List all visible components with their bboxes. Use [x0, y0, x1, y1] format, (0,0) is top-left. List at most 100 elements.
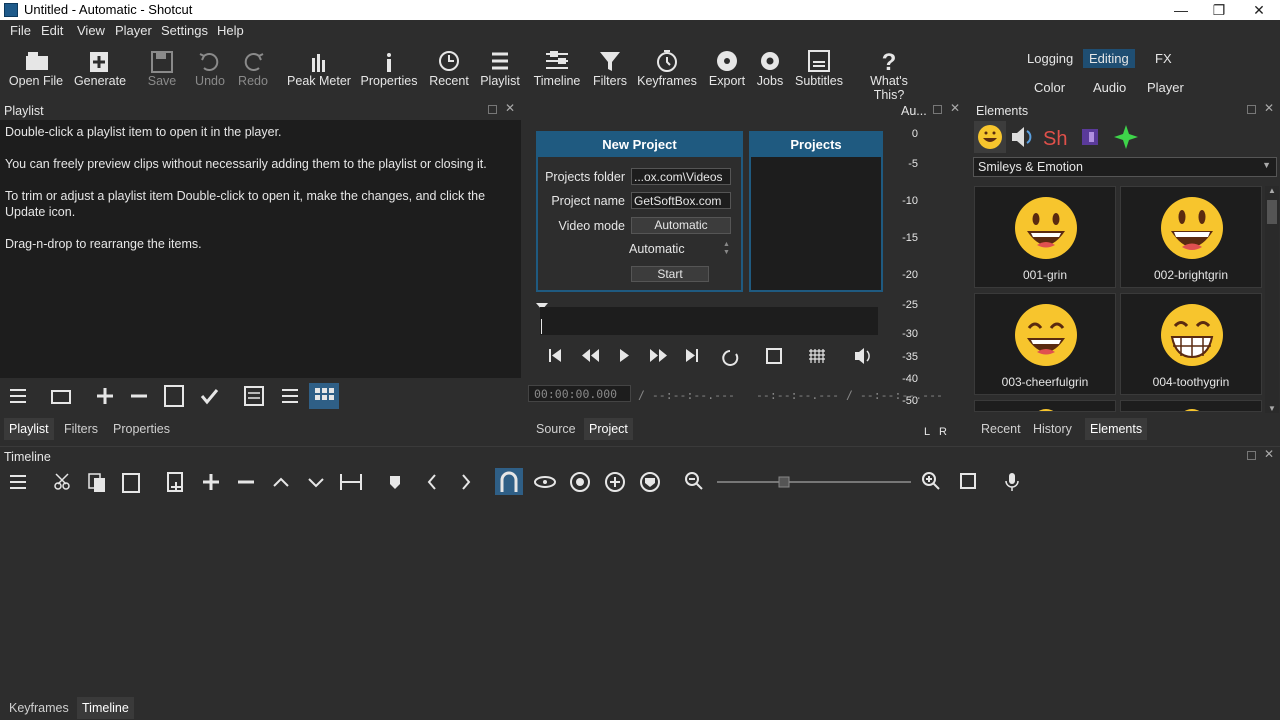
skip-previous-icon: [549, 349, 561, 362]
layout-editing[interactable]: Editing: [1083, 49, 1135, 68]
timeline-icon: [546, 51, 568, 69]
generate-icon: [90, 52, 108, 72]
element-tile[interactable]: 004-toothygrin: [1120, 293, 1262, 395]
grin-emoji-icon: [1015, 197, 1077, 259]
close-button[interactable]: ✕: [1240, 0, 1278, 20]
projects-folder-field[interactable]: ...ox.com\Videos: [631, 168, 731, 185]
video-mode-combo[interactable]: Automatic: [629, 242, 685, 256]
tab-filters[interactable]: Filters: [59, 418, 103, 440]
recent-button[interactable]: Recent: [426, 46, 472, 88]
save-button[interactable]: Save: [142, 46, 182, 88]
start-button[interactable]: Start: [631, 266, 709, 282]
close-panel-icon[interactable]: ✕: [950, 101, 960, 115]
overwrite-icon: [308, 478, 324, 488]
tab-timeline[interactable]: Timeline: [77, 697, 134, 719]
sparkle-category-icon: [1114, 125, 1138, 149]
keyframes-label: Keyframes: [637, 74, 697, 88]
menu-help[interactable]: Help: [217, 23, 244, 38]
spin-arrows-icon[interactable]: ▲ ▼: [723, 241, 731, 257]
whats-this-button[interactable]: ? What's This?: [854, 46, 924, 102]
element-tile[interactable]: [1120, 400, 1262, 412]
export-button[interactable]: Export: [706, 46, 748, 88]
undock-icon[interactable]: [933, 105, 942, 114]
subtitles-label: Subtitles: [795, 74, 843, 88]
maximize-button[interactable]: ❐: [1200, 0, 1238, 20]
timeline-toolbar: [10, 468, 1019, 496]
open-file-label: Open File: [8, 74, 64, 88]
sound-category-icon: [1012, 127, 1032, 147]
undock-icon[interactable]: [1247, 105, 1256, 114]
tab-properties[interactable]: Properties: [108, 418, 175, 440]
tab-project[interactable]: Project: [584, 418, 633, 440]
microphone-icon: [1005, 473, 1019, 491]
layout-audio[interactable]: Audio: [1087, 78, 1132, 97]
tab-elements[interactable]: Elements: [1085, 418, 1148, 440]
element-category-tabs[interactable]: Sh: [974, 121, 1144, 153]
rewind-icon: [582, 349, 599, 362]
timecode-input[interactable]: 00:00:00.000: [528, 385, 631, 402]
layout-color[interactable]: Color: [1028, 78, 1071, 97]
gear-icon: [761, 52, 779, 70]
category-dropdown[interactable]: Smileys & Emotion ▼: [973, 157, 1277, 177]
fast-forward-icon: [650, 349, 667, 362]
element-tile[interactable]: 001-grin: [974, 186, 1116, 288]
export-disc-icon: [717, 51, 737, 71]
jobs-button[interactable]: Jobs: [752, 46, 788, 88]
brightgrin-emoji-icon: [1161, 197, 1223, 259]
menu-settings[interactable]: Settings: [161, 23, 208, 38]
grid-icon: [809, 349, 825, 363]
playlist-help-line: Drag-n-drop to rearrange the items.: [5, 237, 202, 251]
video-mode-button[interactable]: Automatic: [631, 217, 731, 234]
timeline-tracks-area[interactable]: [0, 495, 1280, 693]
open-file-button[interactable]: Open File: [6, 46, 66, 88]
add-icon: [97, 388, 113, 404]
tab-keyframes[interactable]: Keyframes: [4, 697, 74, 719]
playlist-help-line: To trim or adjust a playlist item Double…: [5, 189, 486, 219]
elements-scrollbar[interactable]: ▲ ▼: [1265, 186, 1279, 413]
menu-edit[interactable]: Edit: [41, 23, 63, 38]
keyframes-button[interactable]: Keyframes: [636, 46, 698, 88]
playlist-button[interactable]: Playlist: [478, 46, 522, 88]
undo-button[interactable]: Undo: [190, 46, 230, 88]
svg-text:?: ?: [882, 49, 897, 74]
check-icon: [200, 389, 219, 405]
close-panel-icon[interactable]: ✕: [505, 101, 515, 115]
tab-recent[interactable]: Recent: [976, 418, 1026, 440]
menu-view[interactable]: View: [77, 23, 105, 38]
element-tile[interactable]: 002-brightgrin: [1120, 186, 1262, 288]
undo-icon: [199, 53, 219, 71]
volume-icon: [855, 348, 870, 364]
layout-logging[interactable]: Logging: [1021, 49, 1079, 68]
redo-button[interactable]: Redo: [233, 46, 273, 88]
project-name-field[interactable]: GetSoftBox.com: [631, 192, 731, 209]
tab-history[interactable]: History: [1028, 418, 1077, 440]
filters-button[interactable]: Filters: [590, 46, 630, 88]
paste-icon: [122, 473, 140, 493]
duration-display: / --:--:--.---: [638, 388, 735, 402]
recent-label: Recent: [429, 74, 469, 88]
menu-icon: [10, 389, 26, 403]
ripple-markers-icon: [640, 472, 660, 492]
element-tile[interactable]: [974, 400, 1116, 412]
menu-file[interactable]: File: [10, 23, 31, 38]
menu-player[interactable]: Player: [115, 23, 152, 38]
scrubber-bar[interactable]: [540, 307, 878, 335]
layout-player[interactable]: Player: [1141, 78, 1190, 97]
subtitles-button[interactable]: Subtitles: [794, 46, 844, 88]
generate-button[interactable]: Generate: [72, 46, 128, 88]
toothygrin-emoji-icon: [1161, 304, 1223, 366]
undock-icon[interactable]: [488, 105, 497, 114]
tab-source[interactable]: Source: [531, 418, 581, 440]
element-tile[interactable]: 003-cheerfulgrin: [974, 293, 1116, 395]
list-icon: [492, 52, 508, 70]
layout-fx[interactable]: FX: [1149, 49, 1178, 68]
timeline-button[interactable]: Timeline: [530, 46, 584, 88]
close-panel-icon[interactable]: ✕: [1264, 447, 1274, 461]
properties-button[interactable]: Properties: [360, 46, 418, 88]
close-panel-icon[interactable]: ✕: [1264, 101, 1274, 115]
peak-meter-button[interactable]: Peak Meter: [286, 46, 352, 88]
window-title: Untitled - Automatic - Shotcut: [24, 2, 193, 17]
tab-playlist[interactable]: Playlist: [4, 418, 54, 440]
undock-icon[interactable]: [1247, 451, 1256, 460]
minimize-button[interactable]: —: [1162, 0, 1200, 20]
